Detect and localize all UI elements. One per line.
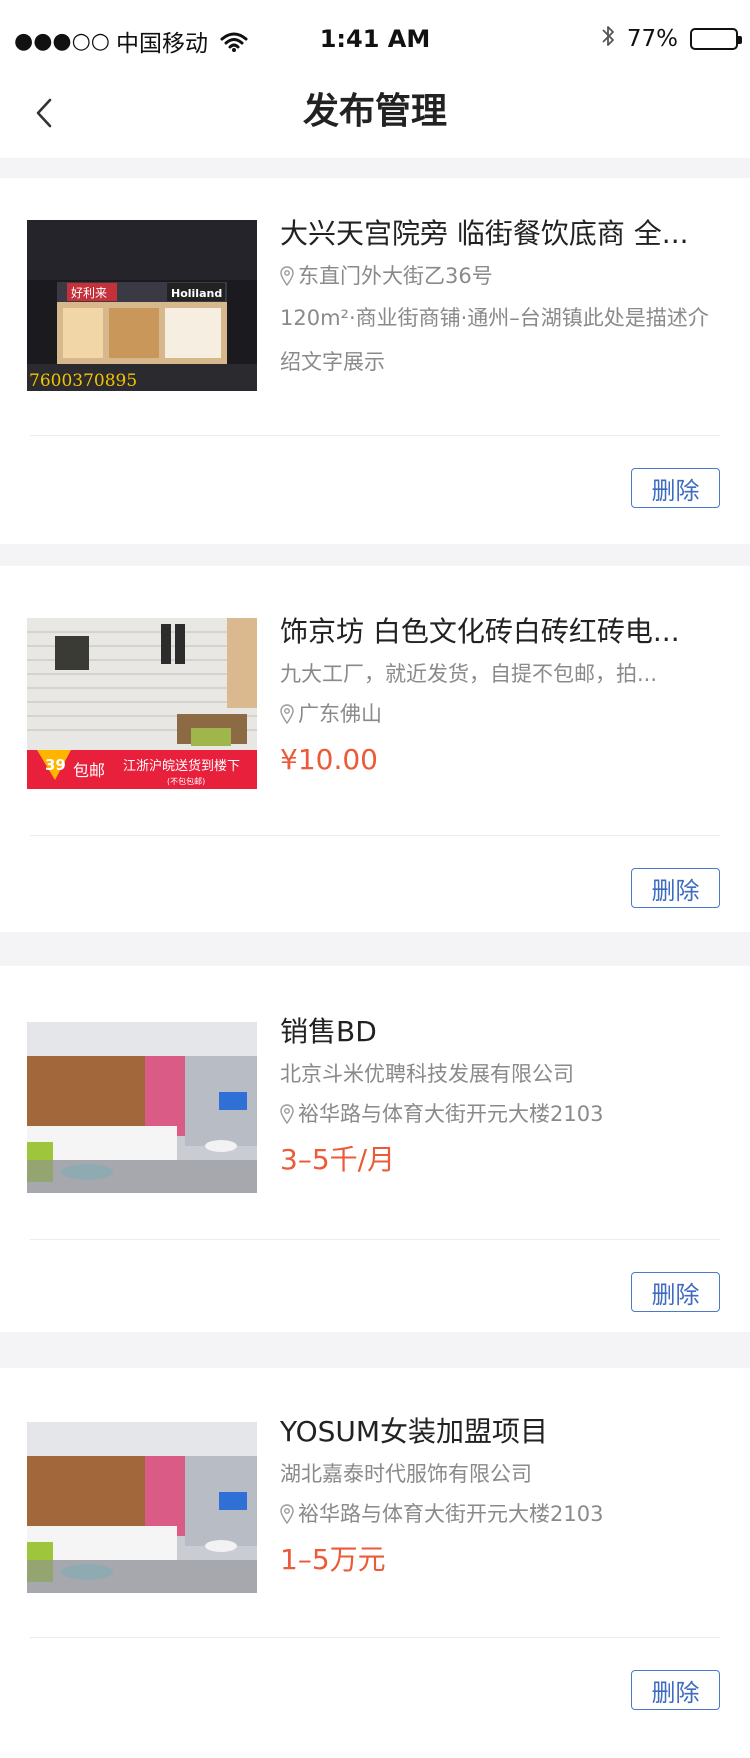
item-salary: 3–5千/月 — [280, 1143, 396, 1176]
item-company: 北京斗米优聘科技发展有限公司 — [280, 1062, 574, 1086]
location-pin-icon — [280, 1104, 294, 1124]
delete-button[interactable]: 删除 — [631, 868, 720, 908]
location-text: 东直门外大街乙36号 — [298, 264, 493, 288]
list-item[interactable]: 销售BD 北京斗米优聘科技发展有限公司 裕华路与体育大街开元大楼2103 3–5… — [0, 966, 750, 1332]
divider — [30, 1637, 720, 1638]
list-item[interactable]: 好利来 Holiland 7600370895 大兴天宫院旁 临街餐饮底商 全.… — [0, 178, 750, 544]
location-text: 广东佛山 — [298, 702, 382, 726]
item-location: 广东佛山 — [280, 694, 720, 734]
location-pin-icon — [280, 266, 294, 286]
item-title: 销售BD — [280, 1015, 377, 1048]
location-text: 裕华路与体育大街开元大楼2103 — [298, 1102, 604, 1126]
office-lobby-thumbnail — [27, 1022, 257, 1193]
item-location: 裕华路与体育大街开元大楼2103 — [280, 1494, 720, 1534]
item-title: YOSUM女装加盟项目 — [280, 1415, 549, 1448]
thumbnail-badge-text: 包邮 — [73, 761, 105, 780]
thumbnail-banner-text: 江浙沪皖送货到楼下 — [123, 758, 240, 774]
office-lobby-thumbnail — [27, 1422, 257, 1593]
thumbnail-badge-number: 39 — [45, 756, 66, 774]
battery-percent: 77% — [626, 26, 678, 52]
svg-text:好利来: 好利来 — [71, 286, 107, 300]
battery-icon — [690, 28, 742, 50]
location-pin-icon — [280, 704, 294, 724]
divider — [30, 1239, 720, 1240]
delete-button[interactable]: 删除 — [631, 1670, 720, 1710]
divider — [30, 435, 720, 436]
nav-bar: 发布管理 — [0, 78, 750, 158]
item-location: 东直门外大街乙36号 — [280, 256, 720, 296]
thumbnail-phone-text: 7600370895 — [29, 371, 137, 391]
brick-wall-thumbnail: 39 包邮 江浙沪皖送货到楼下 (不包包邮) — [27, 618, 257, 789]
item-title: 饰京坊 白色文化砖白砖红砖电... — [280, 615, 680, 648]
bluetooth-icon — [601, 24, 615, 54]
item-price: ¥10.00 — [280, 743, 378, 776]
item-price: 1–5万元 — [280, 1543, 386, 1576]
shopfront-thumbnail: 好利来 Holiland 7600370895 — [27, 220, 257, 391]
thumbnail-banner-subtext: (不包包邮) — [167, 776, 205, 786]
svg-text:Holiland: Holiland — [171, 287, 222, 300]
location-pin-icon — [280, 1504, 294, 1524]
item-title: 大兴天宫院旁 临街餐饮底商 全... — [280, 217, 689, 250]
status-bar: ●●●○○ 中国移动 1:41 AM 77% — [0, 0, 750, 78]
list-item[interactable]: 39 包邮 江浙沪皖送货到楼下 (不包包邮) 饰京坊 白色文化砖白砖红砖电...… — [0, 566, 750, 932]
item-subtitle: 九大工厂，就近发货，自提不包邮，拍... — [280, 662, 658, 686]
top-bar: ●●●○○ 中国移动 1:41 AM 77% 发布管理 — [0, 0, 750, 158]
location-text: 裕华路与体育大街开元大楼2103 — [298, 1502, 604, 1526]
delete-button[interactable]: 删除 — [631, 1272, 720, 1312]
divider — [30, 835, 720, 836]
list-item[interactable]: YOSUM女装加盟项目 湖北嘉泰时代服饰有限公司 裕华路与体育大街开元大楼210… — [0, 1368, 750, 1758]
item-location: 裕华路与体育大街开元大楼2103 — [280, 1094, 720, 1134]
delete-button[interactable]: 删除 — [631, 468, 720, 508]
page-title: 发布管理 — [302, 91, 447, 132]
item-company: 湖北嘉泰时代服饰有限公司 — [280, 1462, 532, 1486]
item-description: 120m²·商业街商铺·通州–台湖镇此处是描述介绍文字展示 — [280, 306, 709, 374]
